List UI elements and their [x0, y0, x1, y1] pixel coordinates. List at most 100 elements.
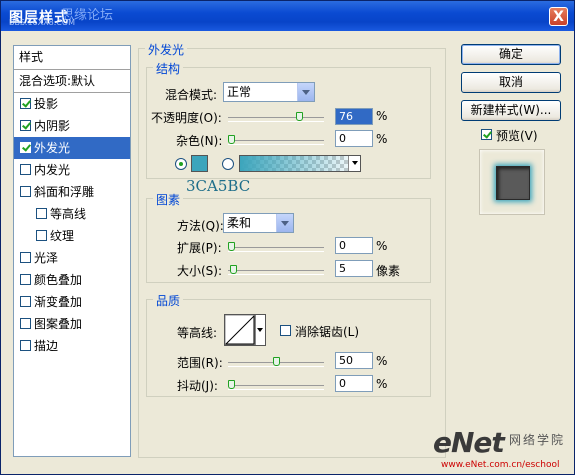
solid-color-radio[interactable] [175, 158, 187, 170]
style-item[interactable]: 纹理 [14, 225, 130, 247]
spread-unit: % [376, 239, 388, 253]
layer-style-dialog: 图层样式 思缘论坛 BBS.16XX8.COM X 样式 混合选项:默认 投影内… [0, 0, 575, 475]
glow-color-swatch[interactable] [191, 155, 208, 172]
style-item-label: 颜色叠加 [34, 273, 83, 287]
contour-curve-icon [225, 315, 255, 345]
style-item-checkbox[interactable] [36, 208, 47, 219]
style-item-checkbox[interactable] [20, 274, 31, 285]
noise-slider-thumb[interactable] [228, 135, 235, 144]
noise-label: 杂色(N): [176, 134, 223, 148]
opacity-slider-track[interactable] [228, 117, 324, 122]
spread-label: 扩展(P): [177, 241, 222, 255]
enet-logo-text: eNet [433, 426, 505, 459]
opacity-slider-thumb[interactable] [295, 112, 303, 121]
style-item[interactable]: 等高线 [14, 203, 130, 225]
size-unit: 像素 [376, 264, 401, 278]
styles-list: 样式 混合选项:默认 投影内阴影外发光内发光斜面和浮雕等高线纹理光泽颜色叠加渐变… [13, 45, 131, 457]
chevron-down-icon [297, 83, 314, 101]
style-item-label: 投影 [34, 97, 59, 111]
gradient-radio[interactable] [222, 158, 234, 170]
forum-url-watermark: BBS.16XX8.COM [9, 18, 76, 27]
elements-title: 图素 [153, 191, 184, 208]
noise-unit: % [376, 132, 388, 146]
range-slider-thumb[interactable] [272, 357, 280, 366]
style-item-label: 描边 [34, 339, 59, 353]
blend-mode-label: 混合模式: [165, 88, 218, 102]
blend-mode-value: 正常 [227, 85, 252, 99]
style-item[interactable]: 斜面和浮雕 [14, 181, 130, 203]
style-item-label: 图案叠加 [34, 317, 83, 331]
style-item-label: 内发光 [34, 163, 71, 177]
opacity-label: 不透明度(O): [151, 111, 222, 125]
style-item-checkbox[interactable] [36, 230, 47, 241]
size-input[interactable]: 5 [335, 260, 373, 277]
style-item-checkbox[interactable] [20, 340, 31, 351]
opacity-input[interactable]: 76 [335, 108, 373, 125]
style-preview-box [479, 149, 545, 215]
preview-label[interactable]: 预览(V) [496, 127, 538, 144]
size-label: 大小(S): [177, 264, 223, 278]
style-item[interactable]: 内发光 [14, 159, 130, 181]
contour-label: 等高线: [177, 326, 218, 340]
style-item-checkbox[interactable] [20, 252, 31, 263]
new-style-button[interactable]: 新建样式(W)... [461, 100, 561, 121]
style-item-label: 内阴影 [34, 119, 71, 133]
method-value: 柔和 [227, 216, 252, 230]
title-bar: 图层样式 思缘论坛 BBS.16XX8.COM X [1, 1, 574, 31]
close-button[interactable]: X [549, 7, 568, 26]
cancel-button[interactable]: 取消 [461, 72, 561, 93]
blend-mode-select[interactable]: 正常 [223, 82, 315, 102]
style-item[interactable]: 图案叠加 [14, 313, 130, 335]
style-item-label: 外发光 [34, 141, 71, 155]
triangle-down-icon [257, 328, 263, 332]
method-select[interactable]: 柔和 [223, 213, 294, 233]
style-item-label: 纹理 [50, 229, 75, 243]
style-item-checkbox[interactable] [20, 164, 31, 175]
jitter-slider-track[interactable] [228, 385, 324, 390]
antialias-label[interactable]: 消除锯齿(L) [295, 323, 359, 340]
style-item-checkbox[interactable] [20, 98, 31, 109]
size-slider-thumb[interactable] [229, 265, 237, 274]
antialias-checkbox[interactable] [280, 325, 291, 336]
style-item-label: 等高线 [50, 207, 87, 221]
jitter-input[interactable]: 0 [335, 375, 373, 392]
spread-input[interactable]: 0 [335, 237, 373, 254]
ok-button[interactable]: 确定 [461, 44, 561, 65]
style-item[interactable]: 光泽 [14, 247, 130, 269]
method-label: 方法(Q): [177, 219, 224, 233]
style-item-checkbox[interactable] [20, 142, 31, 153]
enet-slogan: 网络学院 [509, 433, 566, 447]
spread-slider-thumb[interactable] [228, 242, 235, 251]
blend-options-item[interactable]: 混合选项:默认 [14, 70, 130, 93]
style-item[interactable]: 外发光 [14, 137, 130, 159]
style-item[interactable]: 描边 [14, 335, 130, 357]
jitter-slider-thumb[interactable] [228, 380, 235, 389]
style-item-checkbox[interactable] [20, 296, 31, 307]
range-input[interactable]: 50 [335, 352, 373, 369]
contour-picker[interactable] [224, 314, 266, 346]
style-item[interactable]: 内阴影 [14, 115, 130, 137]
style-item-checkbox[interactable] [20, 318, 31, 329]
color-hex-annotation: 3CA5BC [186, 177, 251, 195]
styles-header[interactable]: 样式 [14, 46, 130, 70]
gradient-preview[interactable] [239, 155, 361, 172]
style-item[interactable]: 颜色叠加 [14, 269, 130, 291]
size-slider-track[interactable] [228, 270, 324, 275]
noise-input[interactable]: 0 [335, 130, 373, 147]
style-item-checkbox[interactable] [20, 186, 31, 197]
preview-swatch [496, 166, 530, 200]
quality-title: 品质 [153, 292, 184, 309]
opacity-unit: % [376, 109, 388, 123]
chevron-down-icon [276, 214, 293, 232]
style-item[interactable]: 投影 [14, 93, 130, 115]
style-item[interactable]: 渐变叠加 [14, 291, 130, 313]
preview-checkbox[interactable] [481, 129, 492, 140]
spread-slider-track[interactable] [228, 247, 324, 252]
noise-slider-track[interactable] [228, 140, 324, 145]
style-item-checkbox[interactable] [20, 120, 31, 131]
enet-logo: eNet [433, 426, 505, 459]
jitter-unit: % [376, 377, 388, 391]
structure-title: 结构 [153, 60, 184, 77]
section-title: 外发光 [145, 41, 188, 58]
style-item-label: 渐变叠加 [34, 295, 83, 309]
